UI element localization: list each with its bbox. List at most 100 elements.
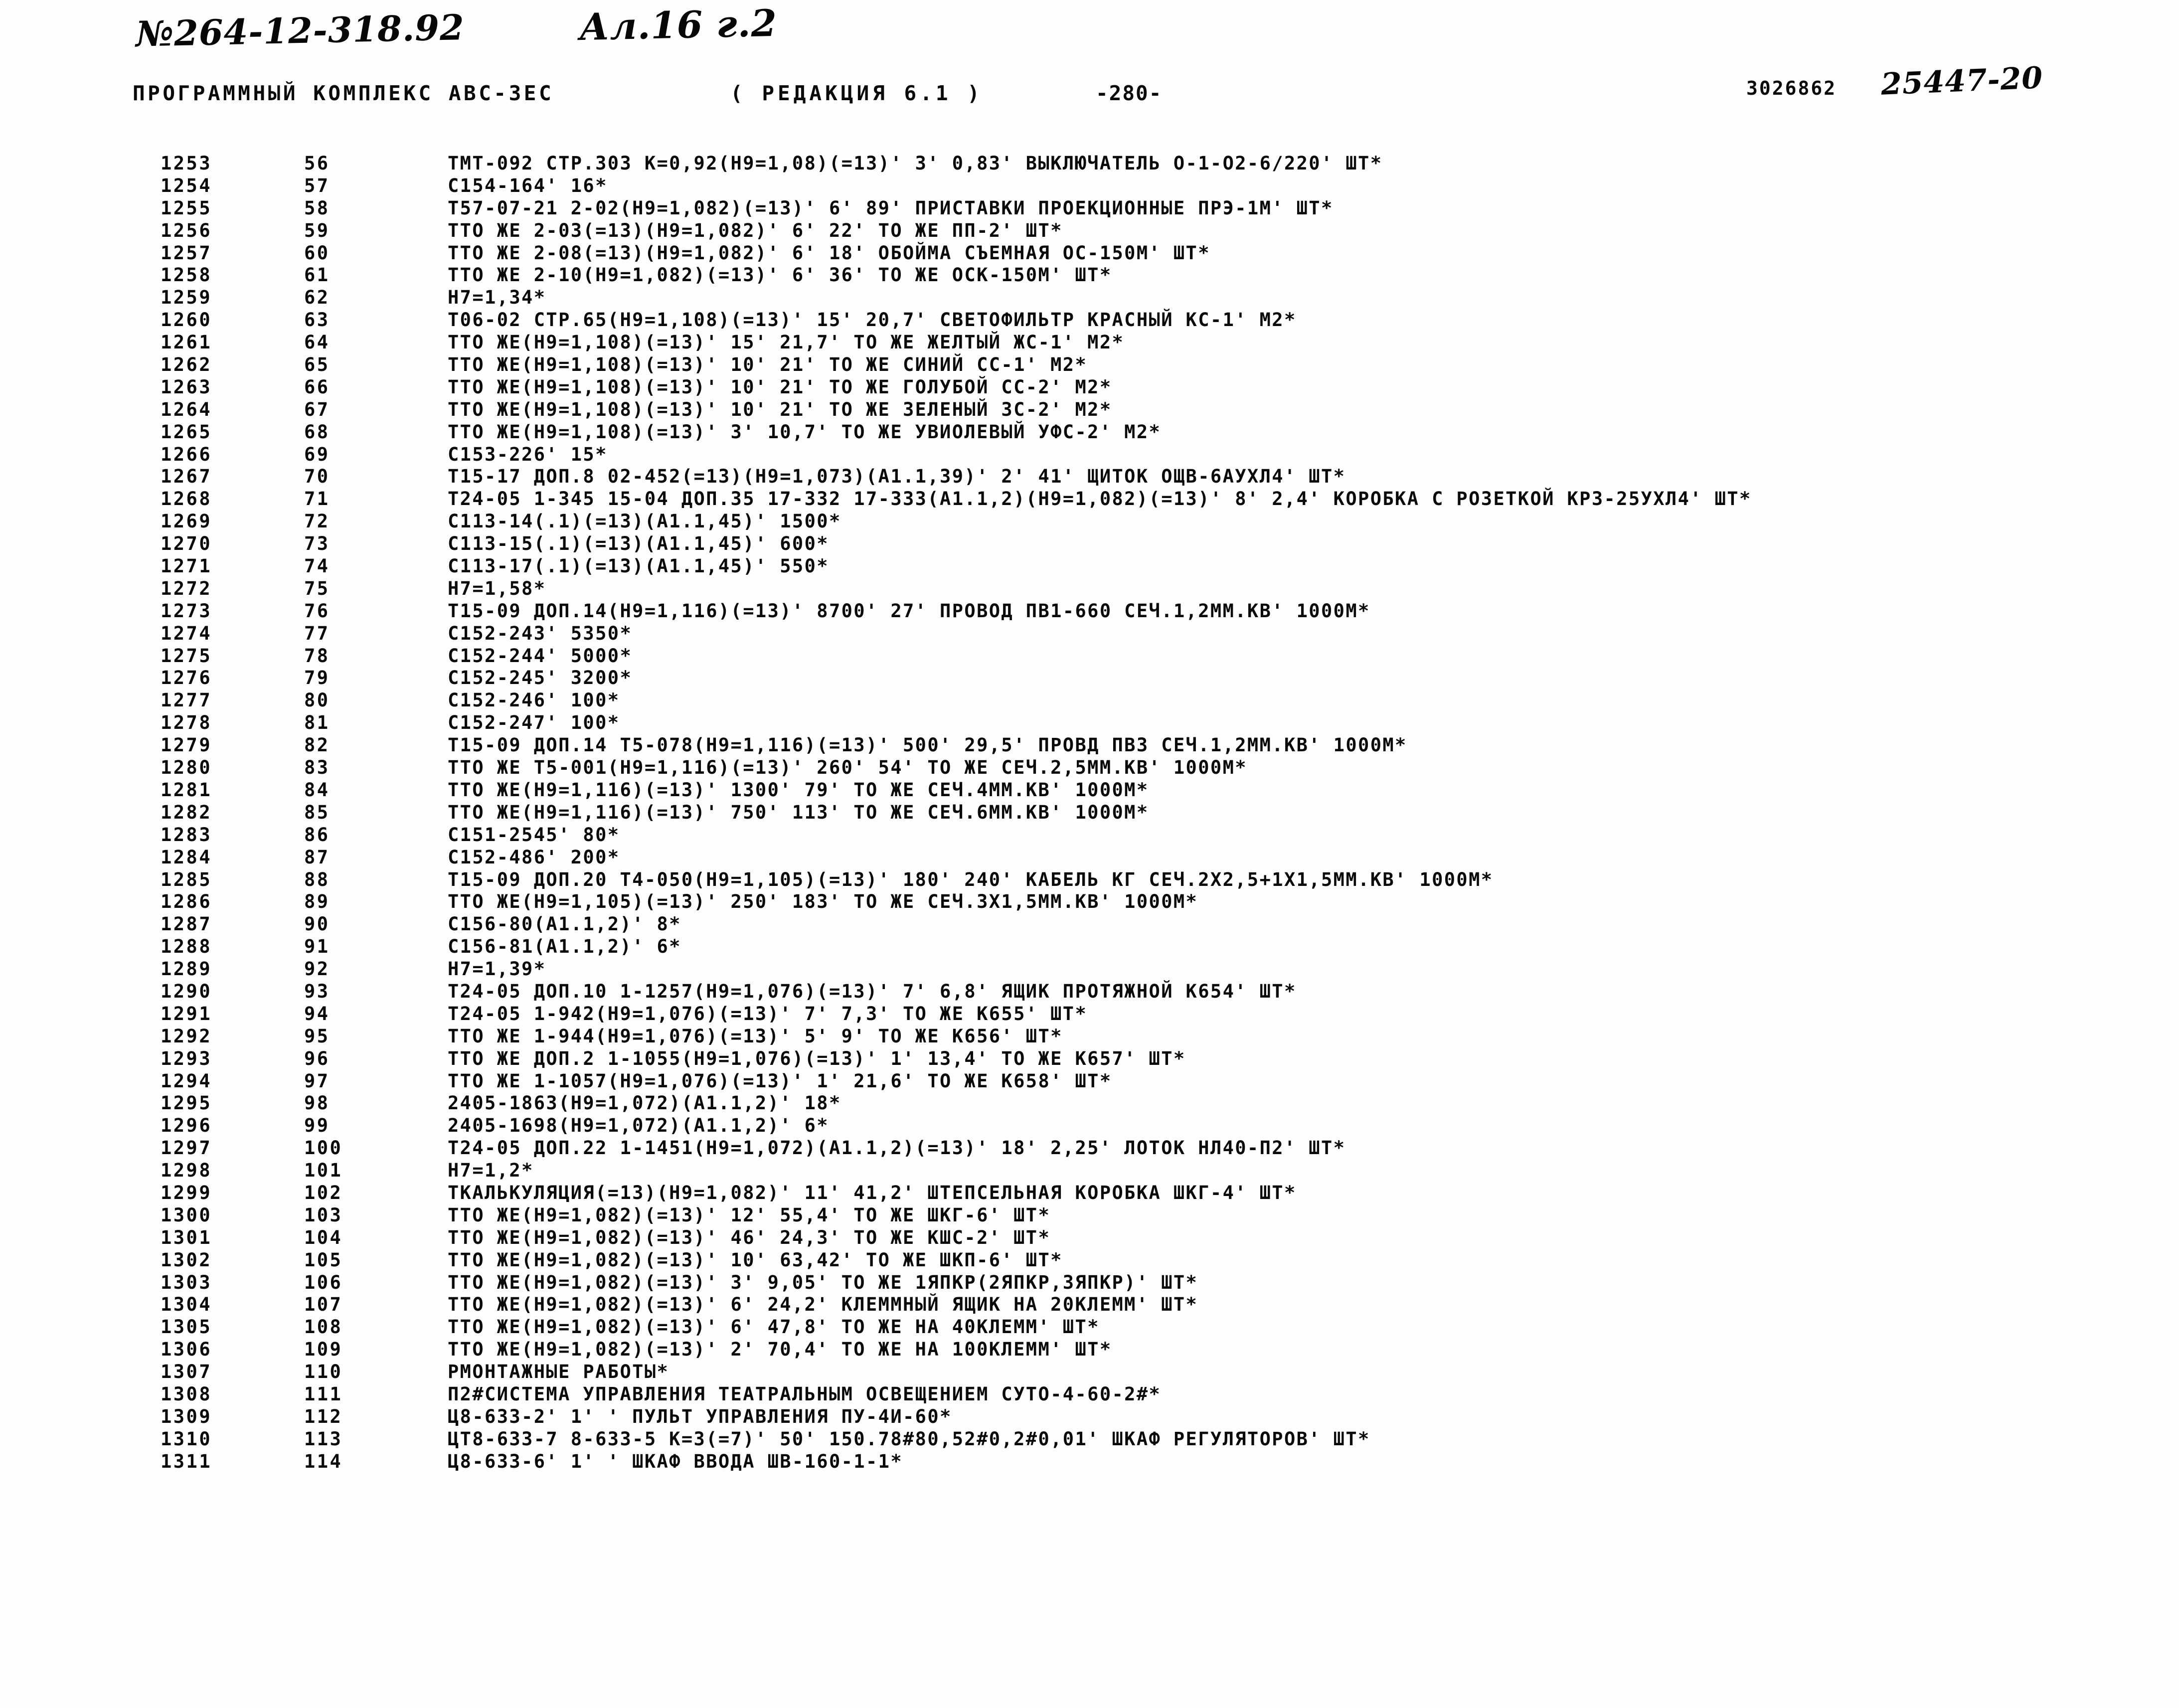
listing-row: 1299 102 ТКАЛЬКУЛЯЦИЯ(=13)(Н9=1,082)' 11' …	[0, 1182, 2179, 1204]
listing-item-index: 68	[304, 421, 330, 443]
listing-row: 1260 63 Т06-02 СТР.65(Н9=1,108)(=13)' 15' …	[0, 309, 2179, 332]
listing-sequence-number: 1264	[161, 398, 212, 420]
listing-item-index: 90	[304, 913, 330, 935]
listing-record-text: ТТО ЖЕ(Н9=1,108)(=13)' 10' 21' ТО ЖЕ ГОЛ…	[448, 376, 1112, 398]
listing-record-text: 2405-1863(Н9=1,072)(А1.1,2)' 18*	[448, 1092, 841, 1114]
listing-record-text: С154-164' 16*	[448, 174, 608, 196]
listing-item-index: 67	[304, 398, 330, 420]
document-code: 3026862	[1746, 77, 1837, 99]
listing-sequence-number: 1298	[161, 1160, 212, 1182]
listing-item-index: 110	[304, 1361, 343, 1383]
listing-item-index: 83	[304, 757, 330, 779]
listing-row: 1273 76 Т15-09 ДОП.14(Н9=1,116)(=13)' 8700…	[0, 600, 2179, 623]
listing-record-text: С153-226' 15*	[448, 443, 608, 465]
listing-item-index: 61	[304, 264, 330, 286]
listing-sequence-number: 1273	[161, 600, 212, 622]
listing-row: 1282 85 ТТО ЖЕ(Н9=1,116)(=13)' 750' 113' Т…	[0, 802, 2179, 824]
listing-record-text: ТТО ЖЕ(Н9=1,082)(=13)' 46' 24,3' ТО ЖЕ К…	[448, 1226, 1051, 1248]
listing-row: 1296 99 2405-1698(Н9=1,072)(А1.1,2)' 6*	[0, 1115, 2179, 1137]
listing-row: 1277 80 С152-246' 100*	[0, 689, 2179, 712]
listing-record-text: Т24-05 ДОП.10 1-1257(Н9=1,076)(=13)' 7' …	[448, 980, 1297, 1002]
listing-record-text: ТТО ЖЕ 2-03(=13)(Н9=1,082)' 6' 22' ТО ЖЕ…	[448, 219, 1063, 241]
listing-sequence-number: 1286	[161, 891, 212, 913]
listing-item-index: 97	[304, 1070, 330, 1092]
listing-row: 1263 66 ТТО ЖЕ(Н9=1,108)(=13)' 10' 21' ТО …	[0, 376, 2179, 399]
listing-item-index: 96	[304, 1047, 330, 1069]
listing-record-text: С151-2545' 80*	[448, 824, 620, 846]
listing-record-text: Ц8-633-6' 1' ' ШКАФ ВВОДА ШВ-160-1-1*	[448, 1450, 903, 1472]
listing-item-index: 114	[304, 1450, 343, 1472]
listing-record-text: ТТО ЖЕ ДОП.2 1-1055(Н9=1,076)(=13)' 1' 1…	[448, 1047, 1186, 1069]
listing-row: 1305 108 ТТО ЖЕ(Н9=1,082)(=13)' 6' 47,8' Т…	[0, 1316, 2179, 1339]
listing-sequence-number: 1301	[161, 1226, 212, 1248]
listing-sequence-number: 1281	[161, 779, 212, 801]
listing-record-text: ТТО ЖЕ(Н9=1,082)(=13)' 6' 47,8' ТО ЖЕ НА…	[448, 1316, 1100, 1338]
listing-record-text: С156-81(А1.1,2)' 6*	[448, 936, 681, 958]
listing-sequence-number: 1282	[161, 801, 212, 823]
listing-item-index: 106	[304, 1271, 343, 1293]
listing-row: 1257 60 ТТО ЖЕ 2-08(=13)(Н9=1,082)' 6' 18'…	[0, 242, 2179, 265]
listing-item-index: 72	[304, 511, 330, 532]
listing-sequence-number: 1260	[161, 309, 212, 331]
listing-sequence-number: 1267	[161, 466, 212, 488]
listing-sequence-number: 1308	[161, 1383, 212, 1405]
listing-sequence-number: 1304	[161, 1294, 212, 1316]
listing-row: 1302 105 ТТО ЖЕ(Н9=1,082)(=13)' 10' 63,42'…	[0, 1249, 2179, 1272]
listing-item-index: 60	[304, 242, 330, 264]
listing-item-index: 64	[304, 332, 330, 353]
listing-sequence-number: 1291	[161, 1003, 212, 1025]
listing-record-text: Т24-05 1-942(Н9=1,076)(=13)' 7' 7,3' ТО …	[448, 1003, 1088, 1025]
listing-sequence-number: 1294	[161, 1070, 212, 1092]
listing-row: 1266 69 С153-226' 15*	[0, 444, 2179, 466]
listing-sequence-number: 1311	[161, 1450, 212, 1472]
listing-sequence-number: 1289	[161, 958, 212, 980]
listing-row: 1301 104 ТТО ЖЕ(Н9=1,082)(=13)' 46' 24,3' …	[0, 1227, 2179, 1249]
listing-record-text: Т06-02 СТР.65(Н9=1,108)(=13)' 15' 20,7' …	[448, 309, 1297, 331]
listing-record-text: С152-245' 3200*	[448, 667, 633, 689]
listing-sequence-number: 1262	[161, 354, 212, 376]
listing-sequence-number: 1307	[161, 1361, 212, 1383]
listing-row: 1272 75 Н7=1,58*	[0, 578, 2179, 600]
listing-row: 1281 84 ТТО ЖЕ(Н9=1,116)(=13)' 1300' 79' Т…	[0, 779, 2179, 802]
listing-row: 1287 90 С156-80(А1.1,2)' 8*	[0, 913, 2179, 936]
listing-row: 1271 74 С113-17(.1)(=13)(А1.1,45)' 550*	[0, 555, 2179, 578]
listing-record-text: Ц8-633-2' 1' ' ПУЛЬТ УПРАВЛЕНИЯ ПУ-4И-60…	[448, 1405, 952, 1427]
listing-record-text: Н7=1,58*	[448, 577, 546, 599]
listing-item-index: 95	[304, 1025, 330, 1047]
listing-record-text: ТТО ЖЕ(Н9=1,082)(=13)' 3' 9,05' ТО ЖЕ 1Я…	[448, 1271, 1198, 1293]
listing-sequence-number: 1287	[161, 913, 212, 935]
listing-item-index: 81	[304, 712, 330, 734]
listing-sequence-number: 1257	[161, 242, 212, 264]
listing-row: 1269 72 С113-14(.1)(=13)(А1.1,45)' 1500*	[0, 511, 2179, 533]
listing-sequence-number: 1263	[161, 376, 212, 398]
listing-item-index: 66	[304, 376, 330, 398]
listing-row: 1259 62 Н7=1,34*	[0, 287, 2179, 309]
listing-row: 1258 61 ТТО ЖЕ 2-10(Н9=1,082)(=13)' 6' 36'…	[0, 264, 2179, 287]
listing-record-text: Т57-07-21 2-02(Н9=1,082)(=13)' 6' 89' ПР…	[448, 197, 1334, 219]
listing-record-text: ТТО ЖЕ(Н9=1,082)(=13)' 12' 55,4' ТО ЖЕ Ш…	[448, 1204, 1051, 1226]
handwritten-document-number: №264-12-318.92	[135, 6, 465, 55]
listing-sequence-number: 1261	[161, 332, 212, 353]
listing-record-text: Т15-17 ДОП.8 02-452(=13)(Н9=1,073)(А1.1,…	[448, 466, 1346, 488]
listing-sequence-number: 1259	[161, 287, 212, 309]
listing-item-index: 59	[304, 219, 330, 241]
listing-row: 1310 113 ЦТ8-633-7 8-633-5 К=3(=7)' 50' 15…	[0, 1428, 2179, 1451]
listing-item-index: 85	[304, 801, 330, 823]
listing-row: 1276 79 С152-245' 3200*	[0, 667, 2179, 689]
listing-sequence-number: 1293	[161, 1047, 212, 1069]
listing-row: 1280 83 ТТО ЖЕ Т5-001(Н9=1,116)(=13)' 260'…	[0, 757, 2179, 779]
listing-sequence-number: 1265	[161, 421, 212, 443]
listing-row: 1267 70 Т15-17 ДОП.8 02-452(=13)(Н9=1,073)…	[0, 466, 2179, 488]
listing-record-text: Т15-09 ДОП.14(Н9=1,116)(=13)' 8700' 27' …	[448, 600, 1370, 622]
page-number: -280-	[1096, 81, 1163, 105]
listing-item-index: 78	[304, 645, 330, 667]
listing-item-index: 80	[304, 689, 330, 711]
listing-record-text: С113-14(.1)(=13)(А1.1,45)' 1500*	[448, 511, 841, 532]
listing-record-text: ТТО ЖЕ(Н9=1,105)(=13)' 250' 183' ТО ЖЕ С…	[448, 891, 1198, 913]
listing-record-text: ТКАЛЬКУЛЯЦИЯ(=13)(Н9=1,082)' 11' 41,2' Ш…	[448, 1182, 1297, 1203]
listing-record-text: Н7=1,39*	[448, 958, 546, 980]
listing-item-index: 113	[304, 1428, 343, 1450]
listing-row: 1291 94 Т24-05 1-942(Н9=1,076)(=13)' 7' 7,…	[0, 1003, 2179, 1025]
listing-sequence-number: 1275	[161, 645, 212, 667]
listing-row: 1253 56 ТМТ-092 СТР.303 К=0,92(Н9=1,08)(=1…	[0, 153, 2179, 175]
